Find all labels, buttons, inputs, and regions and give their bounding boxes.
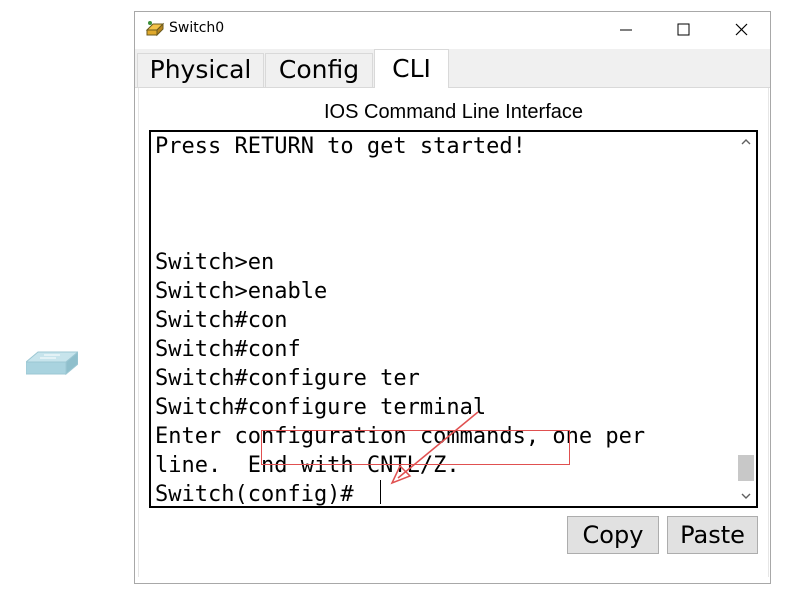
scroll-thumb[interactable] [737, 454, 755, 482]
minimize-button[interactable] [603, 12, 649, 48]
cli-heading: IOS Command Line Interface [323, 101, 583, 123]
terminal-line: Switch#con [155, 308, 288, 333]
tab-config[interactable]: Config [265, 53, 373, 87]
annotation-highlight-box [261, 430, 570, 465]
tab-cli[interactable]: CLI [374, 49, 449, 88]
scroll-down-arrow-icon[interactable] [736, 486, 756, 506]
network-switch-icon[interactable] [24, 350, 80, 376]
device-window: Switch0 Physical Config CLI IOS Command … [134, 11, 771, 584]
terminal-line: Switch#configure ter [155, 366, 420, 391]
terminal-line: Switch>enable [155, 279, 328, 304]
terminal-prompt: Switch(config)# [155, 482, 354, 507]
cli-pane: IOS Command Line Interface Press RETURN … [138, 88, 769, 577]
terminal-line: Switch#conf [155, 337, 301, 362]
title-bar[interactable]: Switch0 [135, 12, 770, 48]
terminal-line: Press RETURN to get started! [155, 134, 526, 159]
packet-tracer-switch-icon [145, 20, 165, 38]
copy-button[interactable]: Copy [567, 516, 659, 554]
paste-button[interactable]: Paste [667, 516, 758, 554]
vertical-scrollbar[interactable] [736, 132, 756, 506]
terminal-line: Switch#configure terminal [155, 395, 487, 420]
minimize-icon [620, 29, 632, 31]
text-caret [380, 480, 381, 504]
cli-terminal[interactable]: Press RETURN to get started! Switch>en S… [149, 130, 758, 508]
window-title: Switch0 [169, 20, 225, 36]
scroll-up-arrow-icon[interactable] [736, 132, 756, 152]
maximize-icon [677, 23, 690, 36]
close-button[interactable] [718, 12, 764, 48]
tab-bar: Physical Config CLI [135, 49, 770, 88]
tab-physical[interactable]: Physical [137, 53, 264, 87]
maximize-button[interactable] [660, 12, 706, 48]
terminal-line: Switch>en [155, 250, 275, 275]
close-icon [735, 23, 748, 36]
